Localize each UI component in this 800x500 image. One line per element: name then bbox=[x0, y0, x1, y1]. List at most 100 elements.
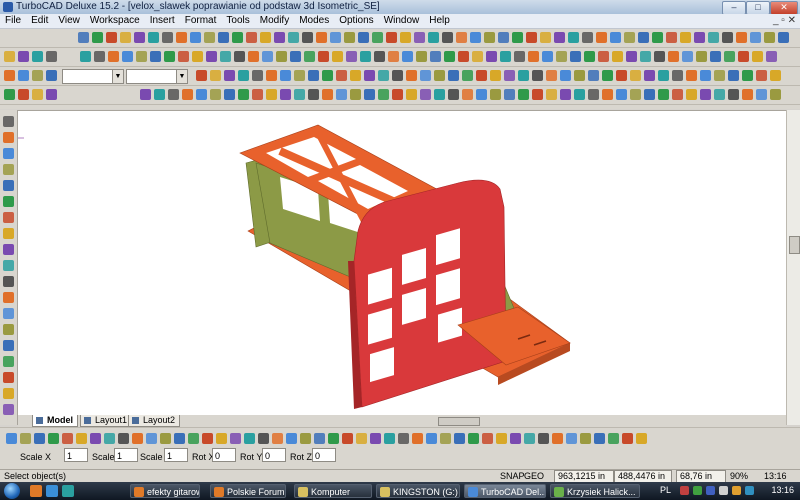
open-file-icon[interactable] bbox=[3, 340, 14, 351]
open-file-icon[interactable] bbox=[174, 433, 185, 444]
save-icon[interactable] bbox=[462, 70, 473, 81]
new-file-icon[interactable] bbox=[602, 89, 613, 100]
save-icon[interactable] bbox=[188, 433, 199, 444]
box-icon[interactable] bbox=[756, 89, 767, 100]
sphere-icon[interactable] bbox=[280, 89, 291, 100]
redo-icon[interactable] bbox=[136, 51, 147, 62]
measure-icon[interactable] bbox=[370, 433, 381, 444]
print-icon[interactable] bbox=[392, 89, 403, 100]
start-button[interactable] bbox=[4, 483, 20, 499]
cylinder-icon[interactable] bbox=[192, 51, 203, 62]
redo-icon[interactable] bbox=[272, 433, 283, 444]
redo-icon[interactable] bbox=[294, 70, 305, 81]
save-icon[interactable] bbox=[378, 89, 389, 100]
open-file-icon[interactable] bbox=[18, 89, 29, 100]
open-file-icon[interactable] bbox=[196, 70, 207, 81]
taskbar-item-active[interactable]: TurboCAD Del... bbox=[464, 484, 546, 498]
open-file-icon[interactable] bbox=[542, 51, 553, 62]
copy-icon[interactable] bbox=[94, 51, 105, 62]
save-icon[interactable] bbox=[210, 70, 221, 81]
undo-icon[interactable] bbox=[700, 89, 711, 100]
copy-icon[interactable] bbox=[420, 89, 431, 100]
redo-icon[interactable] bbox=[32, 70, 43, 81]
save-icon[interactable] bbox=[4, 51, 15, 62]
save-icon[interactable] bbox=[304, 51, 315, 62]
copy-icon[interactable] bbox=[598, 51, 609, 62]
tab-layout1[interactable]: Layout1 bbox=[80, 415, 133, 427]
snap-icon[interactable] bbox=[766, 51, 777, 62]
cut-icon[interactable] bbox=[406, 89, 417, 100]
sphere-icon[interactable] bbox=[616, 70, 627, 81]
layer-icon[interactable] bbox=[658, 70, 669, 81]
cut-icon[interactable] bbox=[148, 32, 159, 43]
sphere-icon[interactable] bbox=[710, 51, 721, 62]
tray-icon[interactable] bbox=[693, 486, 702, 495]
zoom-icon[interactable] bbox=[308, 70, 319, 81]
copy-icon[interactable] bbox=[162, 32, 173, 43]
copy-icon[interactable] bbox=[230, 433, 241, 444]
render-icon[interactable] bbox=[552, 433, 563, 444]
zoom-icon[interactable] bbox=[722, 32, 733, 43]
redo-icon[interactable] bbox=[524, 433, 535, 444]
redo-icon[interactable] bbox=[456, 32, 467, 43]
geo-indicator[interactable]: GEO bbox=[524, 470, 544, 482]
horizontal-scroll-thumb[interactable] bbox=[438, 417, 480, 426]
print-icon[interactable] bbox=[140, 89, 151, 100]
cut-icon[interactable] bbox=[3, 388, 14, 399]
measure-icon[interactable] bbox=[3, 276, 14, 287]
scale-y-field[interactable]: 1 bbox=[114, 448, 138, 462]
render-icon[interactable] bbox=[736, 32, 747, 43]
measure-icon[interactable] bbox=[486, 51, 497, 62]
sphere-icon[interactable] bbox=[274, 32, 285, 43]
new-file-icon[interactable] bbox=[92, 32, 103, 43]
tab-model[interactable]: Model bbox=[32, 415, 78, 427]
layer-icon[interactable] bbox=[406, 70, 417, 81]
snap-icon[interactable] bbox=[588, 89, 599, 100]
paste-icon[interactable] bbox=[360, 51, 371, 62]
tab-layout2[interactable]: Layout2 bbox=[128, 415, 181, 427]
undo-icon[interactable] bbox=[694, 32, 705, 43]
new-file-icon[interactable] bbox=[434, 70, 445, 81]
taskbar-item[interactable]: efekty gitarow... bbox=[130, 484, 200, 498]
open-file-icon[interactable] bbox=[610, 32, 621, 43]
menu-file[interactable]: File bbox=[0, 14, 26, 28]
measure-icon[interactable] bbox=[738, 51, 749, 62]
cut-icon[interactable] bbox=[584, 51, 595, 62]
rot-z-field[interactable]: 0 bbox=[312, 448, 336, 462]
box-icon[interactable] bbox=[3, 212, 14, 223]
render-icon[interactable] bbox=[490, 89, 501, 100]
measure-icon[interactable] bbox=[560, 89, 571, 100]
cylinder-icon[interactable] bbox=[512, 32, 523, 43]
extrude-icon[interactable] bbox=[356, 433, 367, 444]
box-icon[interactable] bbox=[682, 51, 693, 62]
redo-icon[interactable] bbox=[388, 51, 399, 62]
document-window-controls[interactable]: _ ▫ ✕ bbox=[773, 15, 796, 26]
copy-icon[interactable] bbox=[666, 32, 677, 43]
cylinder-icon[interactable] bbox=[580, 433, 591, 444]
paste-icon[interactable] bbox=[4, 70, 15, 81]
copy-icon[interactable] bbox=[346, 51, 357, 62]
style-combo[interactable]: ▼ bbox=[126, 69, 188, 84]
menu-help[interactable]: Help bbox=[424, 14, 455, 28]
print-icon[interactable] bbox=[18, 51, 29, 62]
copy-icon[interactable] bbox=[46, 51, 57, 62]
menu-options[interactable]: Options bbox=[334, 14, 378, 28]
cut-icon[interactable] bbox=[154, 89, 165, 100]
new-file-icon[interactable] bbox=[3, 324, 14, 335]
cut-icon[interactable] bbox=[238, 70, 249, 81]
measure-icon[interactable] bbox=[118, 433, 129, 444]
measure-icon[interactable] bbox=[644, 70, 655, 81]
rot-x-field[interactable]: 0 bbox=[212, 448, 236, 462]
snap-icon[interactable] bbox=[398, 433, 409, 444]
scale-x-field[interactable]: 1 bbox=[64, 448, 88, 462]
copy-icon[interactable] bbox=[168, 89, 179, 100]
new-file-icon[interactable] bbox=[412, 433, 423, 444]
box-icon[interactable] bbox=[498, 32, 509, 43]
print-icon[interactable] bbox=[202, 433, 213, 444]
zoom-icon[interactable] bbox=[34, 433, 45, 444]
snap-icon[interactable] bbox=[262, 51, 273, 62]
desktop-icon[interactable] bbox=[62, 485, 74, 497]
print-icon[interactable] bbox=[728, 70, 739, 81]
cut-icon[interactable] bbox=[32, 51, 43, 62]
layer-icon[interactable] bbox=[500, 51, 511, 62]
